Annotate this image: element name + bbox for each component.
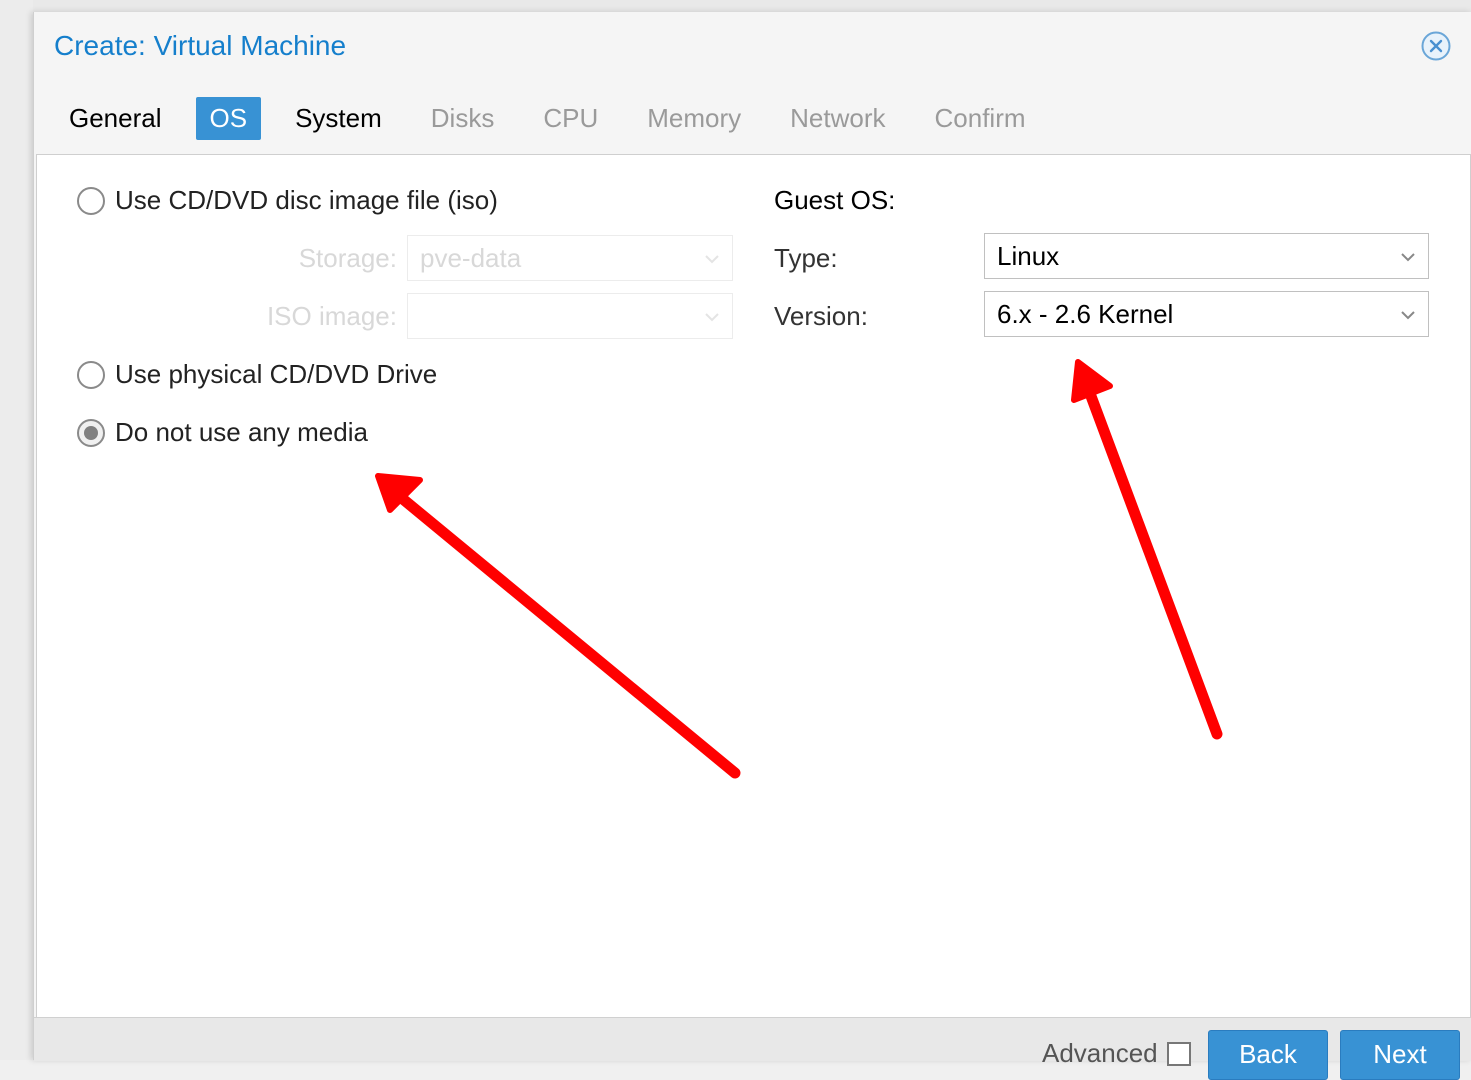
- tab-network[interactable]: Network: [775, 97, 900, 140]
- storage-select[interactable]: pve-data: [407, 235, 733, 281]
- storage-value: pve-data: [420, 243, 522, 273]
- os-panel: Use CD/DVD disc image file (iso) Storage…: [36, 154, 1471, 1018]
- tab-memory[interactable]: Memory: [632, 97, 756, 140]
- advanced-label: Advanced: [1042, 1038, 1158, 1068]
- create-vm-dialog: Create: Virtual Machine General OS Syste…: [33, 12, 1471, 1080]
- radio-option-iso[interactable]: Use CD/DVD disc image file (iso): [77, 185, 498, 216]
- version-select[interactable]: 6.x - 2.6 Kernel: [984, 291, 1429, 337]
- back-button[interactable]: Back: [1208, 1030, 1328, 1080]
- tab-general[interactable]: General: [54, 97, 177, 140]
- advanced-checkbox[interactable]: [1167, 1042, 1191, 1066]
- chevron-down-icon: [1401, 311, 1415, 320]
- tab-confirm[interactable]: Confirm: [920, 97, 1041, 140]
- radio-none-label: Do not use any media: [115, 417, 368, 447]
- radio-option-physical[interactable]: Use physical CD/DVD Drive: [77, 359, 437, 390]
- tab-system[interactable]: System: [280, 97, 397, 140]
- dialog-footer: Advanced Back Next: [34, 1017, 1471, 1080]
- tab-cpu[interactable]: CPU: [528, 97, 613, 140]
- wizard-tabs: General OS System Disks CPU Memory Netwo…: [54, 95, 1060, 141]
- iso-image-select[interactable]: [407, 293, 733, 339]
- radio-physical[interactable]: [77, 360, 105, 389]
- radio-iso-label: Use CD/DVD disc image file (iso): [115, 185, 498, 215]
- tab-os[interactable]: OS: [195, 96, 262, 140]
- type-select[interactable]: Linux: [984, 233, 1429, 279]
- version-value: 6.x - 2.6 Kernel: [997, 299, 1174, 329]
- guest-os-heading: Guest OS:: [774, 185, 896, 215]
- type-label: Type:: [774, 243, 838, 273]
- chevron-down-icon: [705, 255, 719, 264]
- iso-image-label: ISO image:: [266, 301, 397, 331]
- type-value: Linux: [997, 241, 1060, 271]
- next-button[interactable]: Next: [1340, 1030, 1460, 1080]
- storage-label: Storage:: [298, 243, 397, 273]
- radio-physical-label: Use physical CD/DVD Drive: [115, 359, 438, 389]
- chevron-down-icon: [1401, 253, 1415, 262]
- background-app-strip: [0, 0, 33, 1060]
- tab-disks[interactable]: Disks: [416, 97, 510, 140]
- close-icon[interactable]: [1421, 31, 1451, 61]
- version-label: Version:: [774, 301, 868, 331]
- radio-option-none[interactable]: Do not use any media: [77, 417, 368, 448]
- dialog-title: Create: Virtual Machine: [54, 30, 347, 61]
- radio-none[interactable]: [77, 418, 105, 447]
- radio-iso[interactable]: [77, 186, 105, 215]
- chevron-down-icon: [705, 313, 719, 322]
